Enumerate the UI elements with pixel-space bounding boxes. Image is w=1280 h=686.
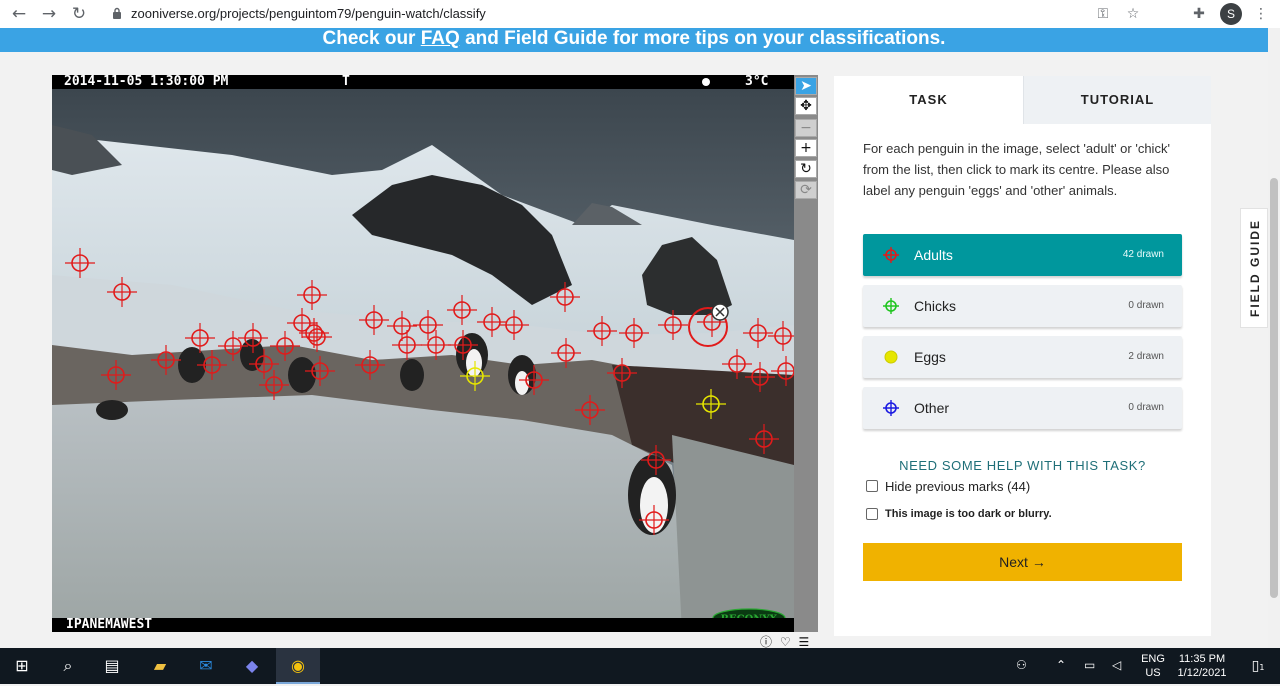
- subject-image[interactable]: RECONYX 2014-11-05 1:30:00 PM T 3°C IPAN…: [52, 75, 794, 632]
- field-guide-label: FIELD GUIDE: [1248, 219, 1262, 318]
- other-marker-icon: [883, 400, 899, 416]
- page-scrollbar[interactable]: [1268, 28, 1280, 648]
- menu-icon[interactable]: ⋮: [1250, 4, 1272, 24]
- tool-eggs[interactable]: Eggs 2 drawn: [863, 336, 1182, 378]
- star-icon[interactable]: ☆: [1122, 4, 1144, 24]
- too-dark-label[interactable]: This image is too dark or blurry.: [885, 508, 1052, 520]
- field-guide-tab[interactable]: FIELD GUIDE: [1240, 208, 1268, 328]
- reload-icon[interactable]: ↻: [68, 4, 90, 24]
- tool-label: Adults: [914, 247, 953, 263]
- zoom-out-icon[interactable]: −: [795, 119, 817, 137]
- page-content: Check our FAQ and Field Guide for more t…: [0, 28, 1280, 648]
- tray-chevron-icon[interactable]: ⌃: [1056, 658, 1066, 672]
- tool-other[interactable]: Other 0 drawn: [863, 387, 1182, 429]
- hide-marks-label[interactable]: Hide previous marks (44): [885, 479, 1030, 494]
- help-banner: Check our FAQ and Field Guide for more t…: [0, 28, 1268, 52]
- task-help-link[interactable]: NEED SOME HELP WITH THIS TASK?: [834, 458, 1211, 473]
- moon-icon: [702, 78, 710, 86]
- chicks-marker-icon: [883, 298, 899, 314]
- tab-tutorial[interactable]: TUTORIAL: [1023, 76, 1211, 124]
- camera-info-bar: 2014-11-05 1:30:00 PM T 3°C: [52, 75, 794, 89]
- eggs-marker-icon: [884, 350, 898, 364]
- people-icon[interactable]: ⚇: [1016, 658, 1027, 672]
- collections-icon[interactable]: ☰: [798, 635, 809, 648]
- clock-date: 1/12/2021: [1177, 667, 1227, 679]
- info-icon[interactable]: ⓘ: [760, 635, 772, 648]
- pan-tool-icon[interactable]: ✥: [795, 97, 817, 115]
- rotate-icon[interactable]: ↻: [795, 160, 817, 178]
- pointer-tool-icon[interactable]: ➤: [795, 77, 817, 95]
- lock-icon[interactable]: [112, 7, 122, 19]
- hide-marks-checkbox[interactable]: [866, 480, 878, 492]
- extensions-icon[interactable]: ✚: [1188, 4, 1210, 24]
- start-icon[interactable]: ⊞: [0, 648, 44, 684]
- zoom-in-icon[interactable]: +: [795, 139, 817, 157]
- forward-icon[interactable]: →: [38, 4, 60, 24]
- browser-toolbar: ← → ↻ zooniverse.org/projects/penguintom…: [0, 0, 1280, 28]
- camera-flag: T: [342, 75, 350, 89]
- address-bar[interactable]: zooniverse.org/projects/penguintom79/pen…: [131, 6, 486, 21]
- lang-top: ENG: [1141, 653, 1165, 665]
- lang-bottom: US: [1145, 667, 1161, 679]
- task-instruction: For each penguin in the image, select 'a…: [863, 141, 1170, 198]
- banner-text-after: and Field Guide for more tips on your cl…: [459, 28, 946, 49]
- mail-icon[interactable]: ✉: [184, 648, 228, 684]
- temperature: 3°C: [745, 75, 769, 89]
- timestamp: 2014-11-05 1:30:00 PM: [64, 75, 229, 89]
- reset-icon[interactable]: ⟳: [795, 181, 817, 199]
- windows-taskbar: ⊞ ⌕ ▤ ▰ ✉ ◆ ◉ ⚇ ⌃ ▭ ◁ ENG US 11:35 PM 1/…: [0, 648, 1280, 684]
- next-button[interactable]: Next →: [863, 543, 1182, 581]
- tool-chicks[interactable]: Chicks 0 drawn: [863, 285, 1182, 327]
- tab-task[interactable]: TASK: [834, 76, 1023, 124]
- favorite-icon[interactable]: ♡: [780, 635, 791, 648]
- file-explorer-icon[interactable]: ▰: [138, 648, 182, 684]
- teams-icon[interactable]: ◆: [230, 648, 274, 684]
- chrome-icon[interactable]: ◉: [276, 648, 320, 684]
- faq-link[interactable]: FAQ: [421, 28, 460, 49]
- subject-actions: ⓘ ♡ ☰: [760, 633, 809, 648]
- scrollbar-thumb[interactable]: [1270, 178, 1278, 598]
- banner-text-before: Check our: [322, 28, 421, 49]
- too-dark-checkbox[interactable]: [866, 508, 878, 520]
- key-icon[interactable]: ⚿: [1092, 4, 1114, 24]
- back-icon[interactable]: ←: [8, 4, 30, 24]
- tool-adults[interactable]: Adults 42 drawn: [863, 234, 1182, 276]
- tool-count: 0 drawn: [1128, 402, 1164, 413]
- task-panel: TASK TUTORIAL For each penguin in the im…: [834, 76, 1211, 636]
- tool-count: 42 drawn: [1122, 249, 1164, 260]
- tool-count: 0 drawn: [1128, 300, 1164, 311]
- tool-label: Chicks: [914, 298, 957, 314]
- battery-icon[interactable]: ▭: [1084, 658, 1095, 672]
- task-view-icon[interactable]: ▤: [90, 648, 134, 684]
- image-toolbar: ➤ ✥ − + ↻ ⟳: [794, 75, 818, 632]
- notification-icon[interactable]: ▯1: [1236, 648, 1280, 684]
- tool-label: Other: [914, 400, 950, 416]
- site-name: IPANEMAWEST: [66, 617, 153, 632]
- notification-count: 1: [1259, 663, 1265, 672]
- tool-label: Eggs: [914, 349, 946, 365]
- system-clock[interactable]: 11:35 PM 1/12/2021: [1170, 652, 1234, 680]
- language-indicator[interactable]: ENG US: [1140, 652, 1166, 680]
- tool-count: 2 drawn: [1128, 351, 1164, 362]
- volume-icon[interactable]: ◁: [1112, 658, 1121, 672]
- site-bar: IPANEMAWEST: [52, 618, 794, 632]
- delete-mark-icon[interactable]: [711, 303, 729, 321]
- penguin-scene[interactable]: RECONYX: [52, 75, 794, 632]
- search-icon[interactable]: ⌕: [46, 648, 90, 684]
- adults-marker-icon: [883, 247, 899, 263]
- profile-avatar[interactable]: S: [1220, 3, 1242, 25]
- clock-time: 11:35 PM: [1178, 653, 1226, 665]
